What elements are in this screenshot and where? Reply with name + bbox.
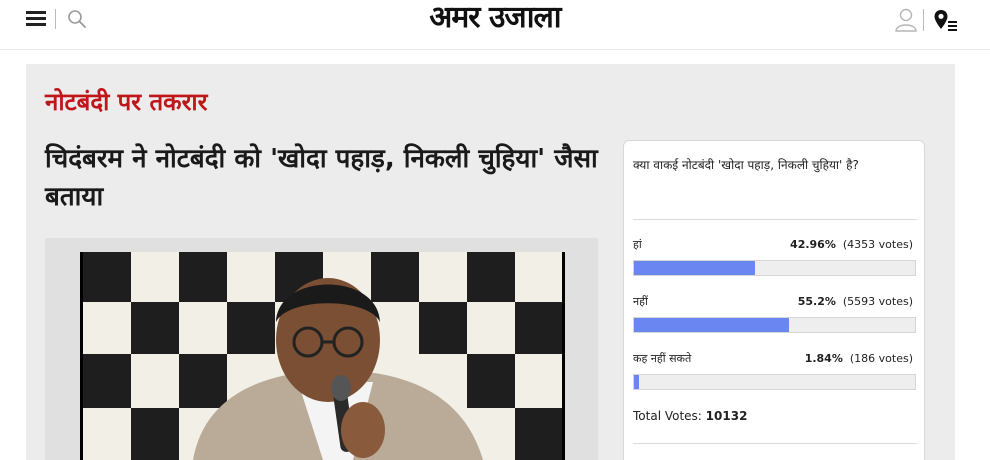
header-divider <box>923 9 924 31</box>
poll-option-label: नहीं <box>633 295 648 308</box>
poll-widget: क्या वाकई नोटबंदी 'खोदा पहाड़, निकली चुह… <box>623 140 925 460</box>
poll-option-bar[interactable] <box>633 260 916 276</box>
poll-total-votes: Total Votes: 10132 <box>633 409 747 423</box>
total-votes-label: Total Votes: <box>633 409 702 423</box>
poll-option-label: हां <box>633 238 642 251</box>
article-kicker[interactable]: नोटबंदी पर तकरार <box>45 84 207 120</box>
poll-option-percent: 42.96% <box>790 238 836 251</box>
poll-option-result: 55.2% (5593 votes) <box>798 295 913 309</box>
poll-option-votes: (4353 votes) <box>842 238 913 251</box>
poll-option-result: 1.84% (186 votes) <box>805 352 913 366</box>
poll-option-bar[interactable] <box>633 317 916 333</box>
poll-option-percent: 55.2% <box>797 295 836 308</box>
location-list-icon[interactable] <box>933 8 959 34</box>
article-photo[interactable] <box>80 252 565 460</box>
poll-option-percent: 1.84% <box>804 352 843 365</box>
poll-bar-fill <box>634 318 790 332</box>
poll-question: क्या वाकई नोटबंदी 'खोदा पहाड़, निकली चुह… <box>633 158 859 172</box>
poll-bar-fill <box>634 375 640 389</box>
article-headline[interactable]: चिदंबरम ने नोटबंदी को 'खोदा पहाड़, निकली… <box>45 140 605 216</box>
site-header: अमर उजाला <box>0 0 990 50</box>
poll-option-votes: (186 votes) <box>849 352 913 365</box>
total-votes-value: 10132 <box>705 409 748 423</box>
site-logo[interactable]: अमर उजाला <box>0 0 990 36</box>
poll-bar-fill <box>634 261 755 275</box>
poll-option-result: 42.96% (4353 votes) <box>790 238 913 252</box>
poll-option-bar[interactable] <box>633 374 916 390</box>
user-icon[interactable] <box>894 7 918 33</box>
divider <box>633 219 917 220</box>
divider <box>633 443 917 444</box>
poll-option-label: कह नहीं सकते <box>633 352 692 365</box>
poll-option-votes: (5593 votes) <box>842 295 913 308</box>
